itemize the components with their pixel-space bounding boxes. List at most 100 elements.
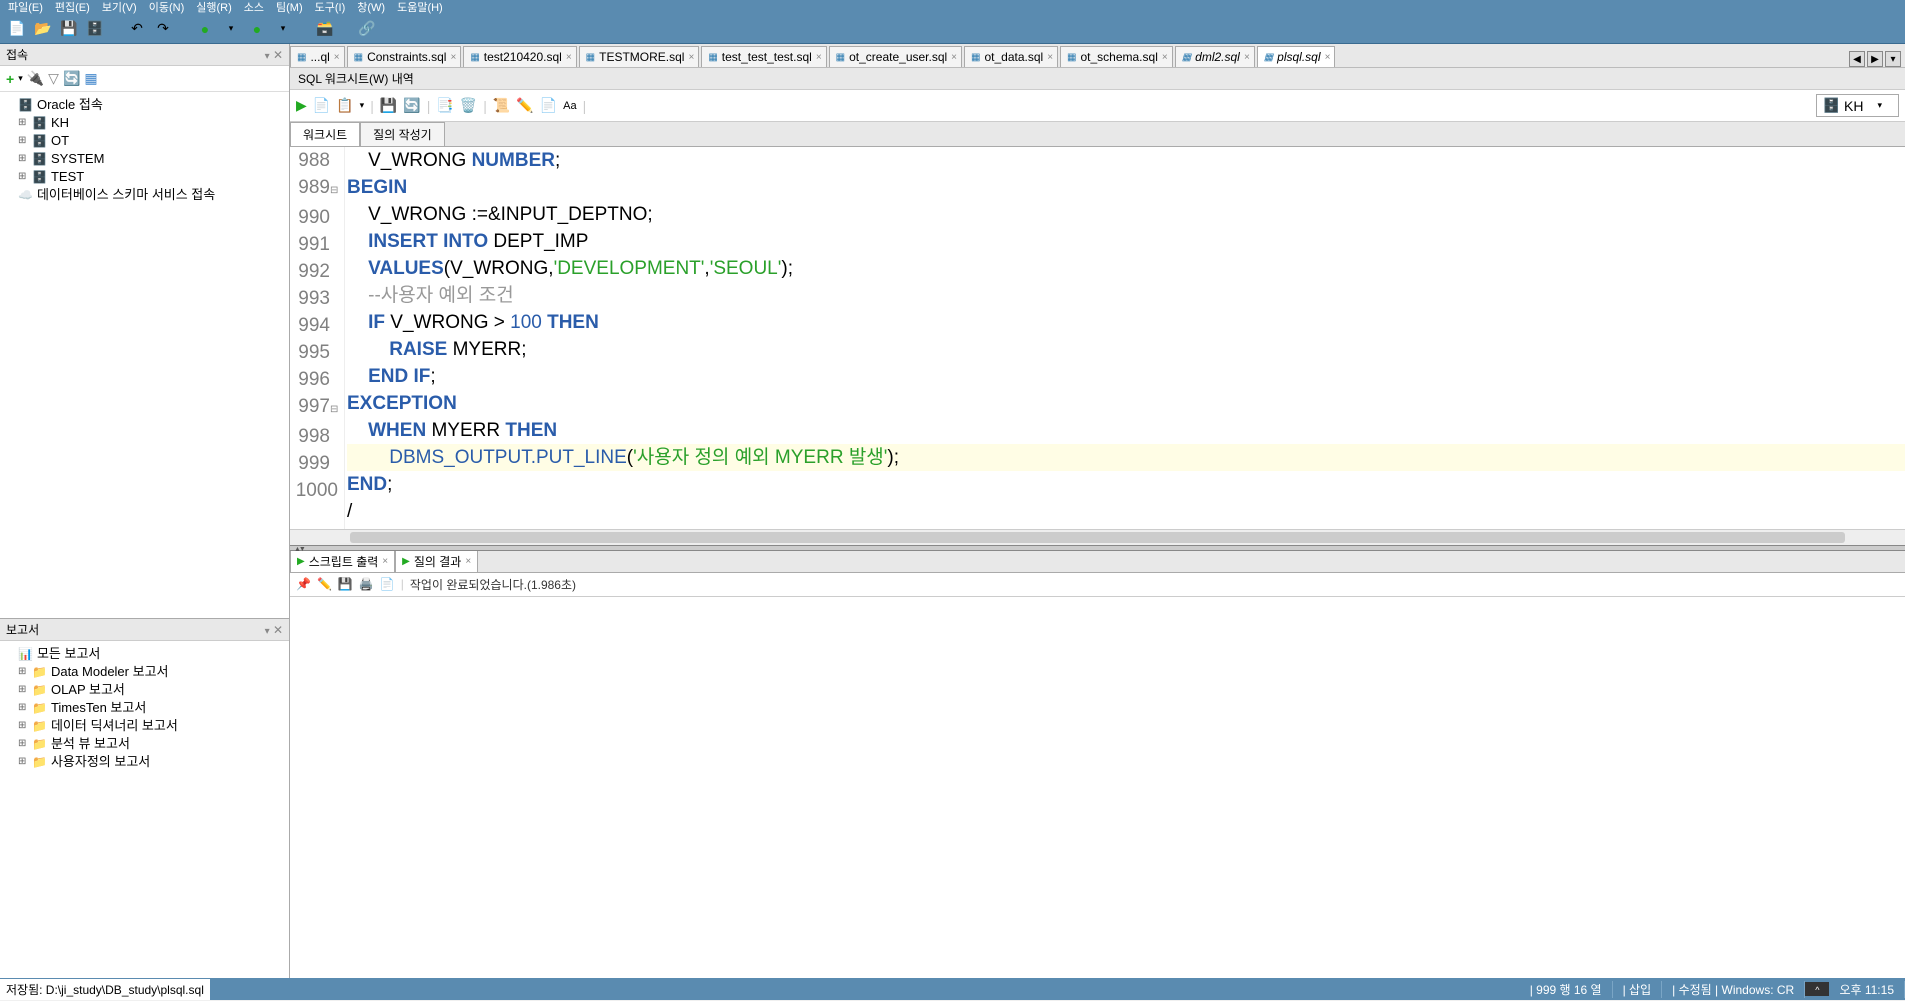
tree-connection-item[interactable]: ⊞🗄️OT xyxy=(4,132,285,150)
tree-report-item[interactable]: ⊞📁분석 뷰 보고서 xyxy=(4,735,285,753)
sql-history-icon[interactable]: 📜 xyxy=(493,97,510,114)
file-tab[interactable]: ▦ot_schema.sql× xyxy=(1060,46,1173,67)
close-tab-icon[interactable]: × xyxy=(465,556,471,567)
tree-report-item[interactable]: ⊞📁데이터 딕셔너리 보고서 xyxy=(4,717,285,735)
tree-connection-item[interactable]: ⊞🗄️TEST xyxy=(4,168,285,186)
sql-icon[interactable]: 🗃️ xyxy=(316,20,334,38)
save-output-icon[interactable]: 💾 xyxy=(338,577,353,591)
tree-report-item[interactable]: ⊞📁사용자정의 보고서 xyxy=(4,753,285,771)
output-tab[interactable]: ▶스크립트 출력× xyxy=(290,550,395,572)
run-statement-icon[interactable]: ▶ xyxy=(296,97,307,114)
file-tab[interactable]: ▦test210420.sql× xyxy=(463,46,576,67)
run-script-icon[interactable]: ● xyxy=(248,20,266,38)
tree-root-reports[interactable]: 모든 보고서 xyxy=(37,645,100,663)
pin-icon[interactable]: ▾ xyxy=(265,626,270,637)
menu-item[interactable]: 이동(N) xyxy=(149,0,185,15)
commit-icon[interactable]: 💾 xyxy=(380,97,397,114)
file-tab[interactable]: ▦ot_create_user.sql× xyxy=(829,46,962,67)
clear-icon[interactable]: 🗑️ xyxy=(460,97,477,114)
tree-connection-item[interactable]: ⊞🗄️KH xyxy=(4,114,285,132)
output-content[interactable] xyxy=(290,597,1905,979)
close-tab-icon[interactable]: × xyxy=(1047,52,1053,63)
file-tab[interactable]: ▦...ql× xyxy=(290,46,345,67)
caret-icon[interactable]: ▾ xyxy=(360,100,365,111)
close-tab-icon[interactable]: × xyxy=(334,52,340,63)
tab-worksheet[interactable]: 워크시트 xyxy=(290,122,360,146)
close-tab-icon[interactable]: × xyxy=(951,52,957,63)
menu-item[interactable]: 창(W) xyxy=(357,0,385,15)
pin-output-icon[interactable]: 📌 xyxy=(296,577,311,591)
close-tab-icon[interactable]: × xyxy=(1162,52,1168,63)
file-tab[interactable]: ▦test_test_test.sql× xyxy=(701,46,826,67)
close-tab-icon[interactable]: × xyxy=(566,52,572,63)
caret2-icon[interactable]: ▾ xyxy=(274,20,292,38)
save-icon[interactable]: 💾 xyxy=(60,20,78,38)
tree-connection-item[interactable]: ⊞🗄️SYSTEM xyxy=(4,150,285,168)
close-tab-icon[interactable]: × xyxy=(1325,52,1331,63)
close-tab-icon[interactable]: × xyxy=(688,52,694,63)
run-icon[interactable]: ● xyxy=(196,20,214,38)
status-modified: 수정됨 xyxy=(1679,983,1712,997)
menu-item[interactable]: 팀(M) xyxy=(276,0,303,15)
menu-item[interactable]: 실행(R) xyxy=(196,0,232,15)
db-connection-selector[interactable]: 🗄️ KH ▾ xyxy=(1816,94,1899,117)
filter-icon[interactable]: ▽ xyxy=(48,70,59,87)
file-tab[interactable]: ▦Constraints.sql× xyxy=(347,46,462,67)
tab-scroll-right-icon[interactable]: ▶ xyxy=(1867,51,1883,67)
close-tab-icon[interactable]: × xyxy=(1244,52,1250,63)
close-tab-icon[interactable]: × xyxy=(816,52,822,63)
tree-report-item[interactable]: ⊞📁Data Modeler 보고서 xyxy=(4,663,285,681)
add-connection-icon[interactable]: + xyxy=(6,71,14,87)
new-file-icon[interactable]: 📄 xyxy=(8,20,26,38)
output-tab[interactable]: ▶질의 결과× xyxy=(395,550,478,572)
menu-item[interactable]: 파일(E) xyxy=(8,0,43,15)
close-icon[interactable]: ✕ xyxy=(273,623,283,637)
clear-output-icon[interactable]: ✏️ xyxy=(317,577,332,591)
file-tab[interactable]: ▦plsql.sql× xyxy=(1257,46,1336,67)
menu-item[interactable]: 소스 xyxy=(244,0,264,15)
file-tab[interactable]: ▦dml2.sql× xyxy=(1175,46,1255,67)
reports-tree[interactable]: 📊모든 보고서 ⊞📁Data Modeler 보고서⊞📁OLAP 보고서⊞📁Ti… xyxy=(0,641,289,978)
close-icon[interactable]: ✕ xyxy=(273,48,283,62)
fetch-icon[interactable]: 📄 xyxy=(380,577,395,591)
close-tab-icon[interactable]: × xyxy=(382,556,388,567)
file-tab[interactable]: ▦ot_data.sql× xyxy=(964,46,1058,67)
connections-tree[interactable]: 🗄️Oracle 접속 ⊞🗄️KH⊞🗄️OT⊞🗄️SYSTEM⊞🗄️TEST ☁… xyxy=(0,92,289,618)
caret-icon[interactable]: ▾ xyxy=(222,20,240,38)
split-handle[interactable] xyxy=(290,545,1905,551)
unshared-icon[interactable]: 📑 xyxy=(436,97,453,114)
tab-scroll-left-icon[interactable]: ◀ xyxy=(1849,51,1865,67)
horizontal-scrollbar[interactable] xyxy=(290,529,1905,545)
rollback-icon[interactable]: 🔄 xyxy=(403,97,420,114)
redo-icon[interactable]: ↷ xyxy=(154,20,172,38)
save-all-icon[interactable]: 🗄️ xyxy=(86,20,104,38)
expand-icon[interactable]: ▦ xyxy=(84,70,97,87)
worksheet-icon[interactable]: 📄 xyxy=(540,97,557,114)
explain-plan-icon[interactable]: 📋 xyxy=(336,97,353,114)
format-icon[interactable]: ✏️ xyxy=(516,97,533,114)
code-area[interactable]: V_WRONG NUMBER;BEGIN V_WRONG :=&INPUT_DE… xyxy=(345,147,1905,529)
menu-item[interactable]: 도움말(H) xyxy=(397,0,443,15)
close-tab-icon[interactable]: × xyxy=(450,52,456,63)
tab-list-icon[interactable]: ▾ xyxy=(1885,51,1901,67)
connection-icon[interactable]: 🔌 xyxy=(27,70,44,87)
case-icon[interactable]: Aa xyxy=(563,100,576,112)
caret-icon[interactable]: ▾ xyxy=(18,73,23,84)
link-icon[interactable]: 🔗 xyxy=(358,20,376,38)
tab-query-builder[interactable]: 질의 작성기 xyxy=(360,122,445,146)
run-script-icon2[interactable]: 📄 xyxy=(313,97,330,114)
menu-item[interactable]: 도구(I) xyxy=(315,0,346,15)
print-output-icon[interactable]: 🖨️ xyxy=(359,577,374,591)
tree-report-item[interactable]: ⊞📁OLAP 보고서 xyxy=(4,681,285,699)
tree-root-oracle[interactable]: Oracle 접속 xyxy=(37,96,103,114)
tree-cloud-schema[interactable]: 데이터베이스 스키마 서비스 접속 xyxy=(37,186,215,204)
refresh-icon[interactable]: 🔄 xyxy=(63,70,80,87)
code-editor[interactable]: 988989⊟990991992993994995996997⊟99899910… xyxy=(290,147,1905,529)
undo-icon[interactable]: ↶ xyxy=(128,20,146,38)
open-file-icon[interactable]: 📂 xyxy=(34,20,52,38)
menu-item[interactable]: 편집(E) xyxy=(55,0,90,15)
pin-icon[interactable]: ▾ xyxy=(265,51,270,62)
tree-report-item[interactable]: ⊞📁TimesTen 보고서 xyxy=(4,699,285,717)
file-tab[interactable]: ▦TESTMORE.sql× xyxy=(579,46,700,67)
menu-item[interactable]: 보기(V) xyxy=(102,0,137,15)
